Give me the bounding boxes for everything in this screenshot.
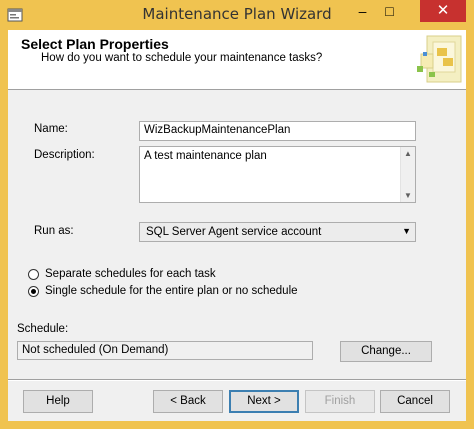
scroll-up-icon[interactable]: ▲ (401, 149, 415, 158)
change-schedule-button[interactable]: Change... (340, 341, 432, 362)
run-as-value: SQL Server Agent service account (146, 226, 322, 238)
description-field[interactable]: A test maintenance plan ▲ ▼ (139, 146, 416, 203)
scroll-down-icon[interactable]: ▼ (401, 191, 415, 200)
radio-separate-label: Separate schedules for each task (45, 268, 216, 280)
name-field[interactable]: WizBackupMaintenancePlan (139, 121, 416, 141)
back-button[interactable]: < Back (153, 390, 223, 413)
run-as-label: Run as: (34, 225, 74, 237)
radio-single-label: Single schedule for the entire plan or n… (45, 285, 298, 297)
schedule-label: Schedule: (17, 323, 69, 335)
maximize-button[interactable]: □ (376, 0, 403, 22)
page-subtitle: How do you want to schedule your mainten… (41, 52, 323, 64)
radio-single-schedule[interactable]: Single schedule for the entire plan or n… (28, 285, 298, 297)
wizard-window: Maintenance Plan Wizard – □ ✕ Select Pla… (0, 0, 474, 429)
title-bar[interactable]: Maintenance Plan Wizard – □ ✕ (0, 0, 474, 30)
chevron-down-icon[interactable]: ▼ (402, 226, 411, 236)
name-label: Name: (34, 123, 68, 135)
description-label: Description: (34, 149, 95, 161)
run-as-dropdown[interactable]: SQL Server Agent service account ▼ (139, 222, 416, 242)
next-button[interactable]: Next > (229, 390, 299, 413)
page-title: Select Plan Properties (21, 36, 169, 52)
radio-single-icon[interactable] (28, 285, 39, 297)
minimize-button[interactable]: – (349, 0, 376, 22)
close-button[interactable]: ✕ (420, 0, 466, 22)
dialog-body: Select Plan Properties How do you want t… (8, 30, 466, 421)
wizard-graphic-icon (417, 35, 462, 83)
radio-separate-schedules[interactable]: Separate schedules for each task (28, 268, 216, 280)
description-text: A test maintenance plan (144, 150, 267, 162)
cancel-button[interactable]: Cancel (380, 390, 450, 413)
description-scrollbar[interactable]: ▲ ▼ (400, 147, 415, 202)
finish-button: Finish (305, 390, 375, 413)
schedule-field: Not scheduled (On Demand) (17, 341, 313, 360)
divider (8, 379, 466, 381)
wizard-header: Select Plan Properties How do you want t… (8, 30, 466, 90)
radio-separate-icon[interactable] (28, 268, 39, 280)
help-button[interactable]: Help (23, 390, 93, 413)
